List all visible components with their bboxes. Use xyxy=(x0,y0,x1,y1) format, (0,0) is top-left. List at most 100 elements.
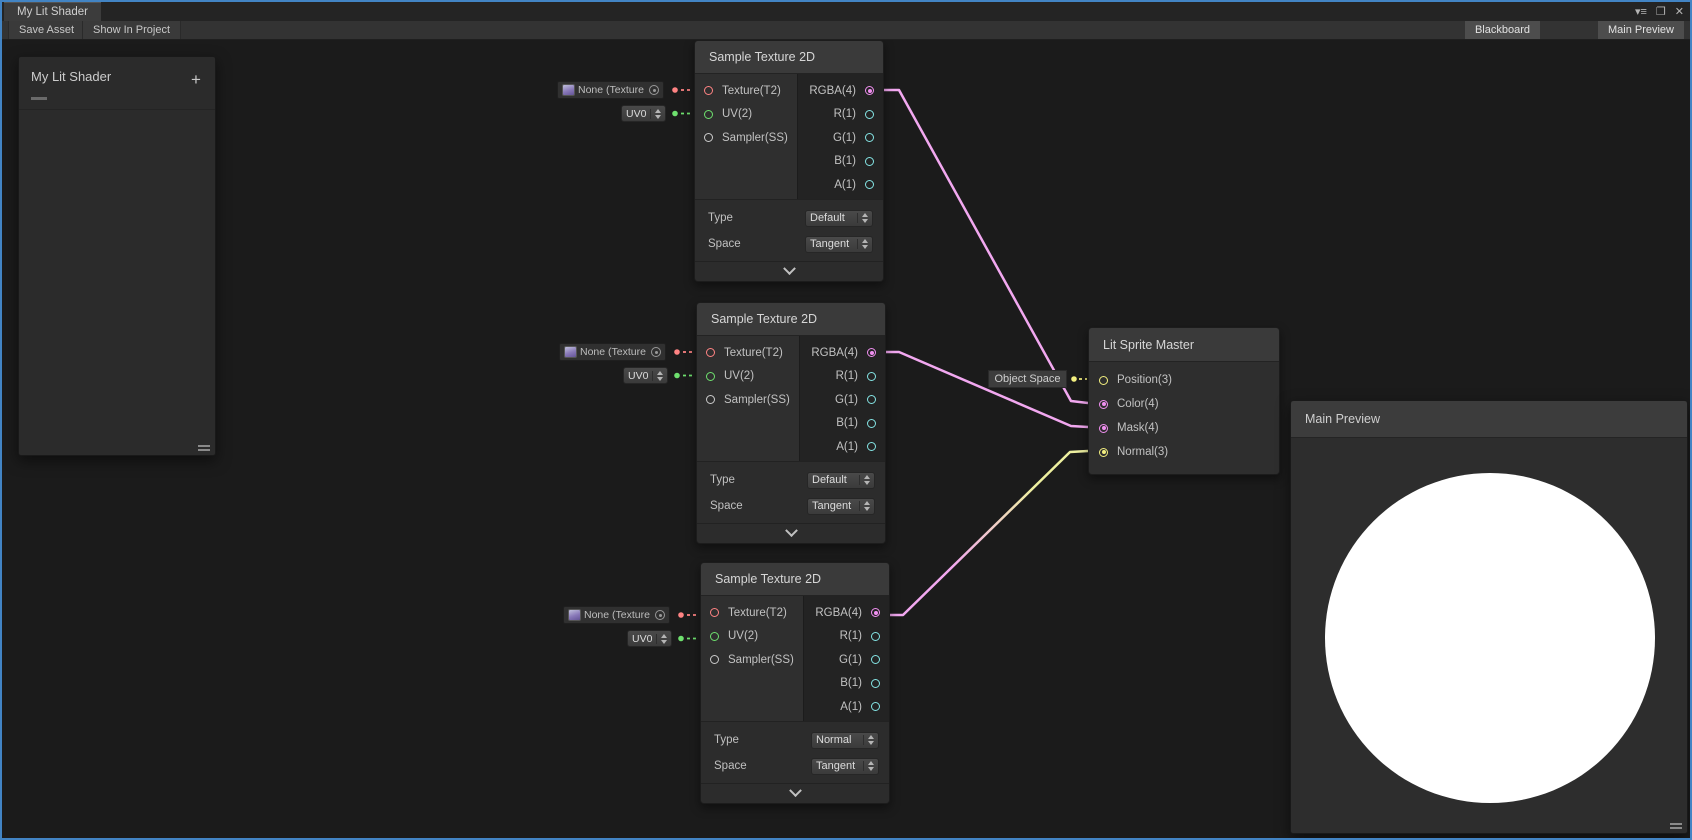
a-port[interactable] xyxy=(865,180,874,189)
mask-port[interactable] xyxy=(1099,424,1108,433)
node-title[interactable]: Sample Texture 2D xyxy=(701,563,889,596)
dropdown-arrows-icon xyxy=(857,213,868,223)
g-port[interactable] xyxy=(865,133,874,142)
texture-object-field[interactable]: None (Texture xyxy=(559,343,666,361)
object-picker-icon[interactable] xyxy=(655,610,665,620)
uv-port[interactable] xyxy=(706,372,715,381)
blackboard-panel[interactable]: My Lit Shader + xyxy=(18,56,216,456)
node-title[interactable]: Lit Sprite Master xyxy=(1089,328,1279,362)
texture-port[interactable] xyxy=(704,86,713,95)
main-preview-toggle-button[interactable]: Main Preview xyxy=(1598,21,1684,39)
sample-texture-2d-node-3[interactable]: Sample Texture 2D Texture(T2) UV(2) Samp… xyxy=(700,562,890,804)
shader-graph-toolbar: Save Asset Show In Project Blackboard Ma… xyxy=(2,21,1690,40)
divider xyxy=(19,109,215,110)
save-asset-button[interactable]: Save Asset xyxy=(8,21,85,39)
texture-thumbnail-icon xyxy=(562,84,575,96)
object-picker-icon[interactable] xyxy=(651,347,661,357)
uv-channel-dropdown[interactable]: UV0 xyxy=(621,105,666,122)
dropdown-arrows-icon xyxy=(656,634,667,644)
b-port[interactable] xyxy=(871,679,880,688)
input-ports: Texture(T2) UV(2) Sampler(SS) xyxy=(695,74,798,199)
dropdown-arrows-icon xyxy=(859,501,870,511)
position-space-widget[interactable]: Object Space xyxy=(988,370,1067,388)
window-tab[interactable]: My Lit Shader xyxy=(4,2,101,21)
g-port[interactable] xyxy=(871,655,880,664)
texture-object-field[interactable]: None (Texture xyxy=(557,81,664,99)
lit-sprite-master-node[interactable]: Lit Sprite Master Position(3) Color(4) M… xyxy=(1088,327,1280,475)
window-menu-icon[interactable]: ▾≡ xyxy=(1635,5,1647,18)
main-preview-panel[interactable]: Main Preview xyxy=(1290,400,1688,834)
type-dropdown[interactable]: Default xyxy=(807,472,875,489)
edge-rgba2-to-mask[interactable] xyxy=(884,352,1088,427)
chevron-down-icon xyxy=(783,262,796,275)
expand-preview-button[interactable] xyxy=(701,783,889,803)
rgba-port[interactable] xyxy=(865,86,874,95)
b-port[interactable] xyxy=(867,419,876,428)
input-ports: Texture(T2) UV(2) Sampler(SS) xyxy=(697,336,800,461)
dropdown-arrows-icon xyxy=(863,761,874,771)
blackboard-subtitle-placeholder xyxy=(31,97,47,100)
type-dropdown[interactable]: Default xyxy=(805,210,873,227)
dropdown-arrows-icon xyxy=(863,735,874,745)
node-title[interactable]: Sample Texture 2D xyxy=(695,41,883,74)
window-controls: ▾≡ ❐ ✕ xyxy=(1635,2,1684,21)
uv-channel-dropdown[interactable]: UV0 xyxy=(627,630,672,647)
space-dropdown[interactable]: Tangent xyxy=(805,236,873,253)
main-preview-title: Main Preview xyxy=(1291,401,1687,438)
title-bar: My Lit Shader ▾≡ ❐ ✕ xyxy=(2,2,1690,21)
r-port[interactable] xyxy=(871,632,880,641)
input-ports: Texture(T2) UV(2) Sampler(SS) xyxy=(701,596,804,721)
r-port[interactable] xyxy=(865,110,874,119)
sample-texture-2d-node-2[interactable]: Sample Texture 2D Texture(T2) UV(2) Samp… xyxy=(696,302,886,544)
shader-preview-sphere xyxy=(1325,473,1655,803)
chevron-down-icon xyxy=(789,784,802,797)
dropdown-arrows-icon xyxy=(650,109,661,119)
texture-port[interactable] xyxy=(706,348,715,357)
uv-channel-dropdown[interactable]: UV0 xyxy=(623,367,668,384)
rgba-port[interactable] xyxy=(871,608,880,617)
rgba-port[interactable] xyxy=(867,348,876,357)
chevron-down-icon xyxy=(785,524,798,537)
node-title[interactable]: Sample Texture 2D xyxy=(697,303,885,336)
a-port[interactable] xyxy=(871,702,880,711)
edge-rgba1-to-color[interactable] xyxy=(884,90,1088,403)
expand-preview-button[interactable] xyxy=(697,523,885,543)
texture-thumbnail-icon xyxy=(568,609,581,621)
dropdown-arrows-icon xyxy=(857,239,868,249)
uv-port[interactable] xyxy=(710,632,719,641)
r-port[interactable] xyxy=(867,372,876,381)
texture-port[interactable] xyxy=(710,608,719,617)
position-port[interactable] xyxy=(1099,376,1108,385)
sampler-port[interactable] xyxy=(704,133,713,142)
dropdown-arrows-icon xyxy=(652,371,663,381)
show-in-project-button[interactable]: Show In Project xyxy=(82,21,181,39)
a-port[interactable] xyxy=(867,442,876,451)
g-port[interactable] xyxy=(867,395,876,404)
type-dropdown[interactable]: Normal xyxy=(811,732,879,749)
output-ports: RGBA(4) R(1) G(1) B(1) A(1) xyxy=(798,74,883,199)
texture-object-field[interactable]: None (Texture xyxy=(563,606,670,624)
normal-port[interactable] xyxy=(1099,448,1108,457)
blackboard-title: My Lit Shader xyxy=(31,69,111,84)
uv-port[interactable] xyxy=(704,110,713,119)
maximize-icon[interactable]: ❐ xyxy=(1656,5,1666,18)
b-port[interactable] xyxy=(865,157,874,166)
edge-rgba3-to-normal[interactable] xyxy=(890,451,1088,615)
dropdown-arrows-icon xyxy=(859,475,870,485)
color-port[interactable] xyxy=(1099,400,1108,409)
blackboard-toggle-button[interactable]: Blackboard xyxy=(1465,21,1540,39)
expand-preview-button[interactable] xyxy=(695,261,883,281)
space-dropdown[interactable]: Tangent xyxy=(807,498,875,515)
output-ports: RGBA(4) R(1) G(1) B(1) A(1) xyxy=(800,336,885,461)
resize-handle[interactable] xyxy=(198,445,210,451)
close-icon[interactable]: ✕ xyxy=(1675,5,1684,18)
output-ports: RGBA(4) R(1) G(1) B(1) A(1) xyxy=(804,596,889,721)
sampler-port[interactable] xyxy=(710,655,719,664)
add-property-button[interactable]: + xyxy=(187,71,205,89)
object-picker-icon[interactable] xyxy=(649,85,659,95)
space-dropdown[interactable]: Tangent xyxy=(811,758,879,775)
sample-texture-2d-node-1[interactable]: Sample Texture 2D Texture(T2) UV(2) Samp… xyxy=(694,40,884,282)
resize-handle[interactable] xyxy=(1670,823,1682,829)
texture-thumbnail-icon xyxy=(564,346,577,358)
sampler-port[interactable] xyxy=(706,395,715,404)
